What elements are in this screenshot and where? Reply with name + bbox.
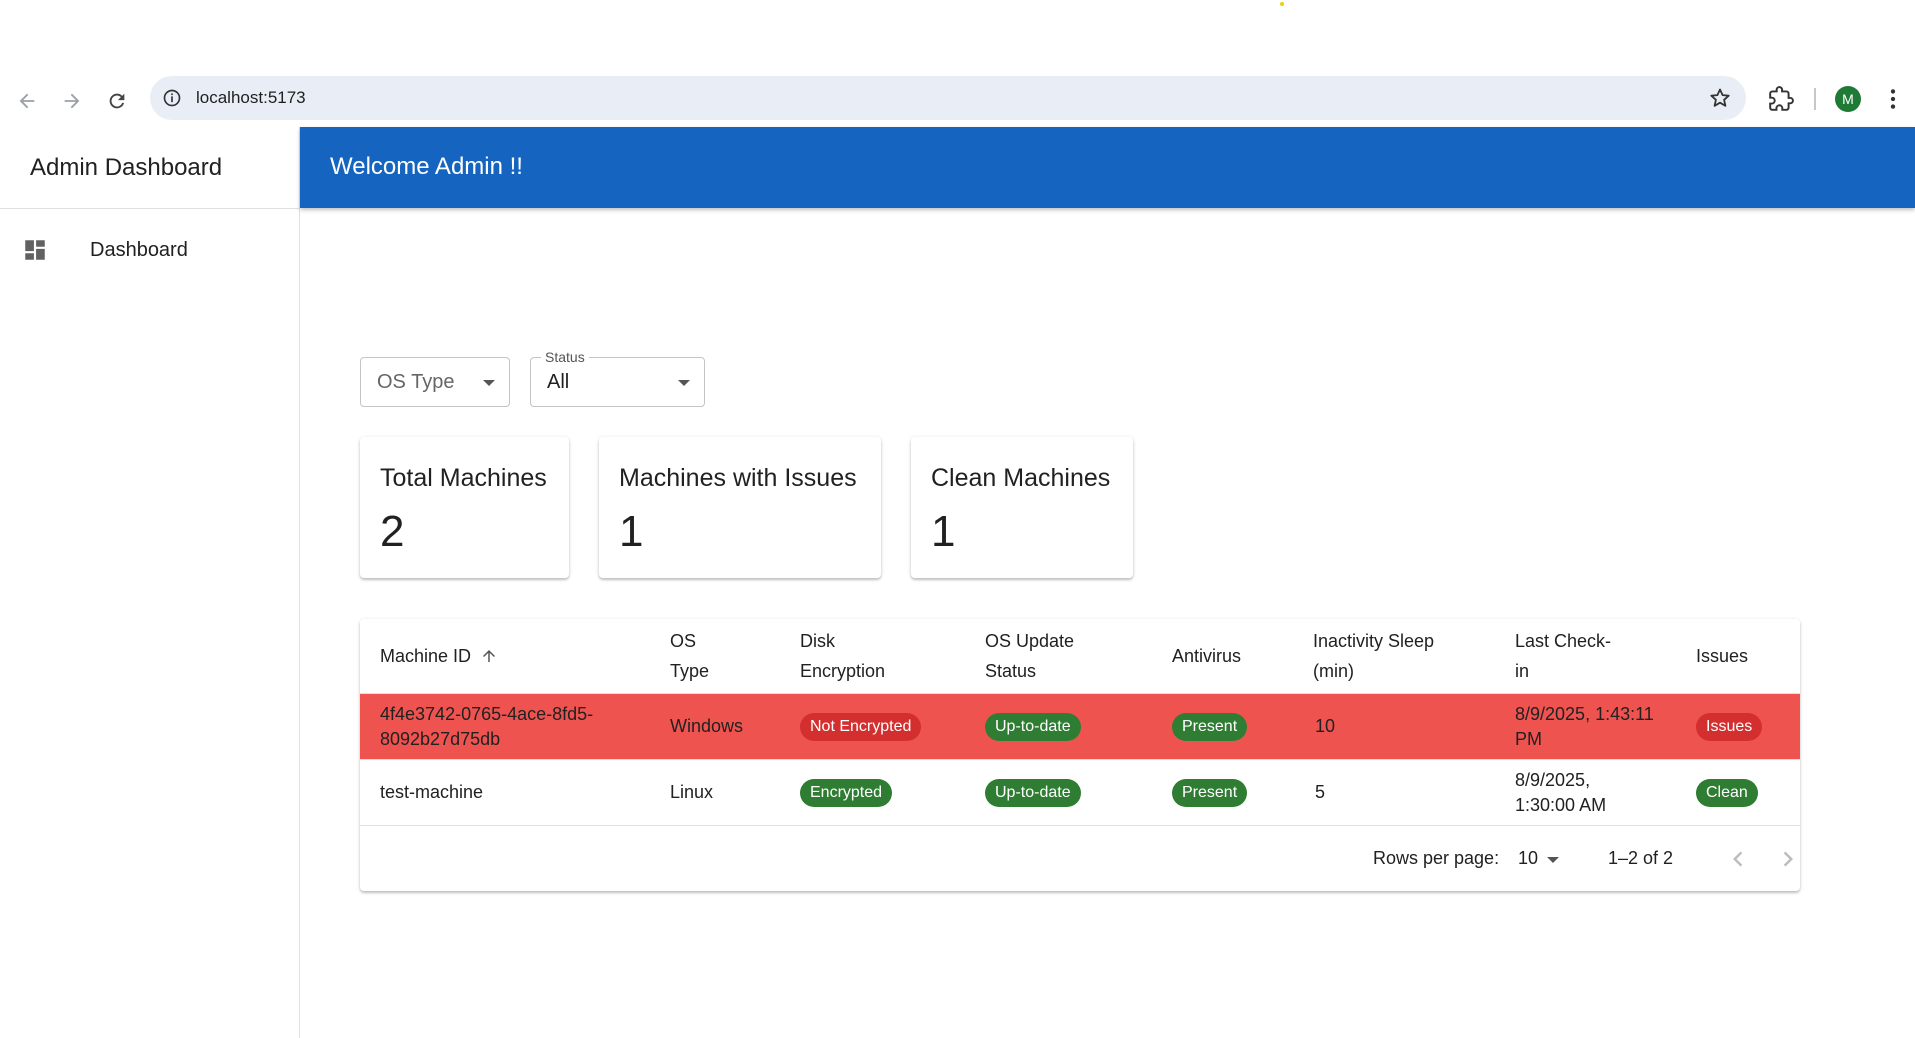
cell-os-type: Windows: [670, 716, 744, 736]
cell-text: 8/9/2025,: [1515, 770, 1591, 790]
table-row[interactable]: test-machine Linux Encrypted Up-to-date …: [360, 760, 1800, 826]
address-bar[interactable]: localhost:5173: [150, 76, 1746, 120]
disk-status-chip: Encrypted: [800, 779, 893, 807]
cell-os-type: Linux: [670, 782, 714, 802]
forward-button[interactable]: [55, 84, 89, 118]
column-label: Encryption: [800, 661, 886, 681]
table-pagination: Rows per page: 10 1–2 of 2: [360, 826, 1800, 891]
rows-per-page-label: Rows per page:: [1373, 848, 1500, 868]
reload-button[interactable]: [100, 84, 134, 118]
stat-title: Total Machines: [380, 464, 547, 492]
cell-inactivity-sleep: 5: [1315, 782, 1326, 802]
sidebar: Admin Dashboard Dashboard: [0, 127, 300, 1038]
column-label: Machine ID: [380, 646, 472, 666]
cell-machine-id: test-machine: [380, 782, 484, 802]
chevron-down-icon[interactable]: [1547, 857, 1559, 863]
cell-last-checkin: 8/9/2025, 1:30:00 AM: [1515, 768, 1606, 818]
back-button[interactable]: [10, 84, 44, 118]
url-text: localhost:5173: [196, 88, 306, 107]
column-label: (min): [1313, 661, 1354, 681]
stat-value: 1: [619, 507, 644, 556]
next-page-icon[interactable]: [1773, 844, 1803, 874]
status-select[interactable]: Status All: [530, 349, 705, 407]
column-label: Inactivity Sleep: [1313, 631, 1435, 651]
column-header-disk-encryption[interactable]: Disk Encryption: [800, 626, 885, 686]
table-header: Machine ID OS Type Disk Encryption OS Up…: [360, 619, 1800, 694]
table-row[interactable]: 4f4e3742-0765-4ace-8fd5- 8092b27d75db Wi…: [360, 694, 1800, 760]
column-header-antivirus[interactable]: Antivirus: [1172, 641, 1241, 671]
issues-chip: Clean: [1696, 779, 1758, 807]
stat-value: 2: [380, 507, 405, 556]
cell-text: 1:30:00 AM: [1515, 795, 1607, 815]
chevron-down-icon: [678, 380, 690, 386]
status-label: Status: [541, 349, 589, 365]
status-value: All: [547, 371, 570, 393]
column-header-machine-id[interactable]: Machine ID: [380, 641, 498, 671]
issues-chip: Issues: [1696, 713, 1763, 741]
column-label: in: [1515, 661, 1530, 681]
cell-text: PM: [1515, 729, 1542, 749]
cell-machine-id: 4f4e3742-0765-4ace-8fd5- 8092b27d75db: [380, 702, 593, 752]
dashboard-icon: [25, 240, 45, 260]
column-header-issues[interactable]: Issues: [1696, 641, 1748, 671]
stat-title: Machines with Issues: [619, 464, 857, 492]
rows-per-page-select[interactable]: 10: [1518, 848, 1538, 869]
column-label: Last Check-: [1515, 631, 1612, 651]
antivirus-chip: Present: [1172, 713, 1248, 741]
column-header-last-checkin[interactable]: Last Check- in: [1515, 626, 1611, 686]
stat-card-clean: Clean Machines 1: [911, 437, 1133, 578]
reload-icon: [109, 93, 125, 109]
column-label: OS: [670, 631, 697, 651]
os-update-chip: Up-to-date: [985, 713, 1081, 741]
stat-title: Clean Machines: [931, 464, 1111, 492]
cell-text: 8092b27d75db: [380, 729, 501, 749]
browser-tab-strip: [0, 0, 1915, 76]
stat-value: 1: [931, 507, 956, 556]
back-icon: [19, 93, 35, 109]
column-label: OS Update: [985, 631, 1075, 651]
cell-inactivity-sleep: 10: [1315, 716, 1336, 736]
star-icon[interactable]: [1708, 86, 1732, 110]
cell-text: 8/9/2025, 1:43:11: [1515, 704, 1654, 724]
antivirus-chip: Present: [1172, 779, 1248, 807]
previous-page-icon[interactable]: [1723, 844, 1753, 874]
toolbar-divider: [1814, 88, 1816, 110]
disk-status-chip: Not Encrypted: [800, 713, 922, 741]
extensions-icon[interactable]: [1768, 86, 1794, 112]
page-title: Welcome Admin !!: [330, 153, 523, 180]
forward-icon: [64, 93, 80, 109]
sidebar-item-dashboard[interactable]: Dashboard: [0, 227, 299, 275]
column-header-os-type[interactable]: OS Type: [670, 626, 709, 686]
sidebar-item-label: Dashboard: [90, 239, 188, 261]
machines-table: Machine ID OS Type Disk Encryption OS Up…: [360, 619, 1800, 891]
cell-last-checkin: 8/9/2025, 1:43:11 PM: [1515, 702, 1654, 752]
info-icon[interactable]: [162, 88, 182, 108]
cell-text: 4f4e3742-0765-4ace-8fd5-: [380, 704, 594, 724]
sidebar-title: Admin Dashboard: [0, 127, 299, 209]
stat-card-total: Total Machines 2: [360, 437, 569, 578]
os-update-chip: Up-to-date: [985, 779, 1081, 807]
cursor-dot: [1280, 2, 1284, 6]
column-label: Disk: [800, 631, 835, 651]
more-vert-icon[interactable]: [1880, 86, 1906, 112]
os-type-select[interactable]: OS Type: [360, 357, 510, 407]
os-type-placeholder: OS Type: [377, 371, 455, 393]
chevron-down-icon: [483, 380, 495, 386]
arrow-up-icon[interactable]: [480, 647, 498, 665]
column-label: Status: [985, 661, 1037, 681]
profile-avatar[interactable]: M: [1835, 86, 1861, 112]
column-label: Type: [670, 661, 710, 681]
column-header-inactivity-sleep[interactable]: Inactivity Sleep (min): [1313, 626, 1434, 686]
app-bar: Welcome Admin !!: [300, 127, 1915, 208]
stat-card-issues: Machines with Issues 1: [599, 437, 881, 578]
column-header-os-update[interactable]: OS Update Status: [985, 626, 1074, 686]
pagination-range: 1–2 of 2: [1608, 848, 1674, 868]
